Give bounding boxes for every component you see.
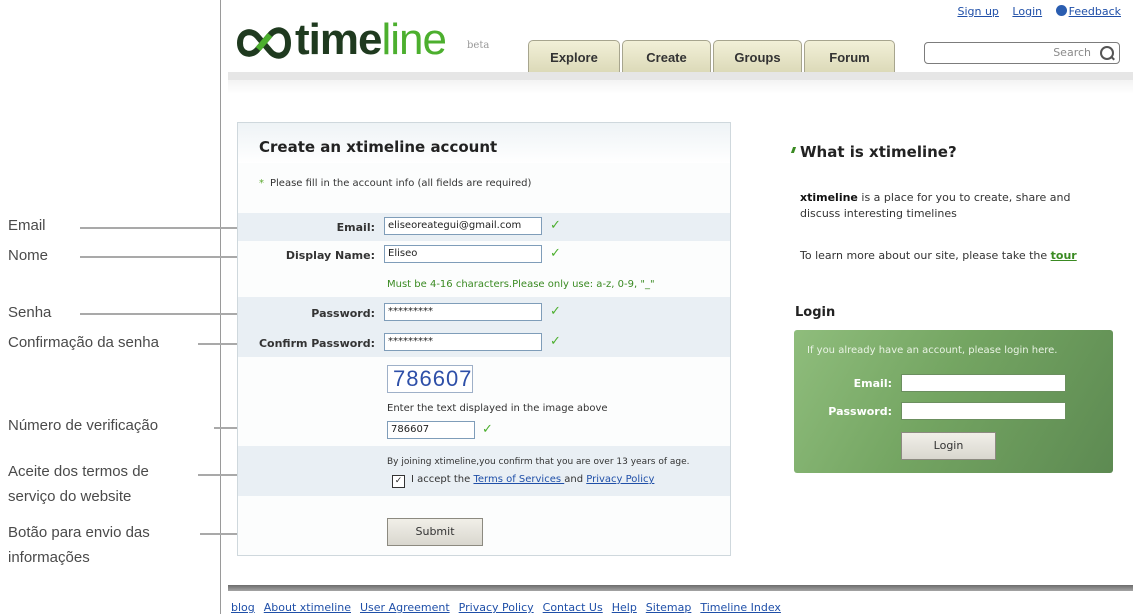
footer-link-about[interactable]: About xtimeline — [264, 601, 351, 614]
globe-icon — [1055, 5, 1067, 16]
captcha-valid-check-icon: ✓ — [482, 422, 493, 437]
annotation-termos-line1: Aceite dos termos de — [8, 463, 149, 480]
footer-links: blog About xtimeline User Agreement Privacy… — [231, 601, 790, 614]
login-password-label: Password: — [828, 405, 892, 418]
arrow-nome — [80, 252, 270, 262]
feedback-link-label: Feedback — [1068, 5, 1121, 18]
what-is-title: What is xtimeline? — [800, 143, 957, 161]
signup-link[interactable]: Sign up — [957, 5, 998, 18]
about-brand: xtimeline — [800, 191, 858, 204]
password-field[interactable]: ********* — [384, 303, 542, 321]
annotation-termos-line2: serviço do website — [8, 488, 132, 505]
form-hint: * Please fill in the account info (all fi… — [259, 178, 531, 189]
annotation-verificacao: Número de verificação — [8, 417, 159, 434]
tab-forum[interactable]: Forum — [804, 40, 895, 72]
header-bar — [228, 72, 1133, 80]
xtimeline-logo-icon[interactable] — [236, 23, 292, 63]
display-name-label: Display Name: — [285, 249, 375, 262]
annotation-confirmacao: Confirmação da senha — [8, 334, 159, 351]
form-hint-text: Please fill in the account info (all fie… — [270, 178, 532, 189]
age-notice: By joining xtimeline,you confirm that yo… — [387, 457, 690, 467]
about-text-2: discuss interesting timelines — [800, 207, 957, 220]
terms-of-service-link[interactable]: Terms of Services — [473, 474, 564, 485]
about-description: xtimeline is a place for you to create, … — [800, 190, 1070, 206]
login-email-label: Email: — [853, 377, 892, 390]
form-title: Create an xtimeline account — [259, 138, 498, 156]
confirm-password-field[interactable]: ********* — [384, 333, 542, 351]
footer-link-privacy[interactable]: Privacy Policy — [459, 601, 534, 614]
accept-terms-label: I accept the Terms of Services and Priva… — [411, 474, 654, 485]
footer-link-blog[interactable]: blog — [231, 601, 255, 614]
captcha-image: 786607 — [387, 365, 473, 393]
login-password-field[interactable] — [901, 402, 1066, 420]
tab-explore[interactable]: Explore — [528, 40, 620, 72]
required-star-icon: * — [259, 178, 264, 189]
beta-label: beta — [467, 40, 490, 51]
annotation-botao-line2: informações — [8, 549, 90, 566]
accept-and: and — [564, 474, 587, 485]
login-button[interactable]: Login — [901, 432, 996, 460]
display-name-field[interactable]: Eliseo — [384, 245, 542, 263]
login-message: If you already have an account, please l… — [807, 345, 1058, 356]
annotation-email: Email — [8, 217, 46, 234]
password-label: Password: — [311, 307, 375, 320]
footer-bar — [228, 585, 1133, 591]
search-input[interactable]: Search — [924, 42, 1120, 64]
captcha-instruction: Enter the text displayed in the image ab… — [387, 403, 608, 414]
header-shadow — [228, 80, 1133, 94]
login-email-field[interactable] — [901, 374, 1066, 392]
accept-terms-checkbox[interactable]: ✓ — [392, 475, 405, 488]
tour-prefix: To learn more about our site, please tak… — [800, 249, 1051, 262]
display-name-valid-check-icon: ✓ — [550, 246, 561, 261]
submit-button[interactable]: Submit — [387, 518, 483, 546]
password-valid-check-icon: ✓ — [550, 304, 561, 319]
confirm-password-label: Confirm Password: — [258, 337, 375, 350]
footer-link-user-agreement[interactable]: User Agreement — [360, 601, 450, 614]
footer-link-contact[interactable]: Contact Us — [543, 601, 603, 614]
search-icon[interactable] — [1100, 46, 1114, 60]
annotation-nome: Nome — [8, 247, 49, 264]
annotation-divider — [220, 0, 221, 614]
logo-text-light: line — [381, 15, 446, 64]
annotation-botao-line1: Botão para envio das — [8, 524, 150, 541]
login-title: Login — [795, 305, 836, 320]
accept-prefix: I accept the — [411, 474, 474, 485]
annotation-senha: Senha — [8, 304, 52, 321]
terms-row-band — [238, 446, 730, 496]
tab-groups[interactable]: Groups — [713, 40, 802, 72]
login-link[interactable]: Login — [1012, 5, 1042, 18]
tour-text: To learn more about our site, please tak… — [800, 248, 1077, 264]
tour-link[interactable]: tour — [1051, 249, 1077, 262]
confirm-password-valid-check-icon: ✓ — [550, 334, 561, 349]
privacy-policy-link[interactable]: Privacy Policy — [586, 474, 654, 485]
email-label: Email: — [336, 221, 375, 234]
tab-create[interactable]: Create — [622, 40, 711, 72]
email-field[interactable]: eliseoreategui@gmail.com — [384, 217, 542, 235]
logo-wordmark[interactable]: timeline — [295, 15, 447, 64]
bullet-icon — [790, 147, 797, 153]
feedback-link[interactable]: Feedback — [1055, 5, 1121, 18]
top-links: Sign up Login Feedback — [947, 5, 1121, 18]
logo-text-bold: time — [295, 15, 382, 64]
display-name-note: Must be 4-16 characters.Please only use:… — [387, 279, 655, 290]
captcha-field[interactable]: 786607 — [387, 421, 475, 439]
about-text-1: is a place for you to create, share and — [857, 191, 1071, 204]
footer-link-timeline-index[interactable]: Timeline Index — [700, 601, 781, 614]
footer-link-help[interactable]: Help — [612, 601, 637, 614]
footer-link-sitemap[interactable]: Sitemap — [646, 601, 692, 614]
email-valid-check-icon: ✓ — [550, 218, 561, 233]
